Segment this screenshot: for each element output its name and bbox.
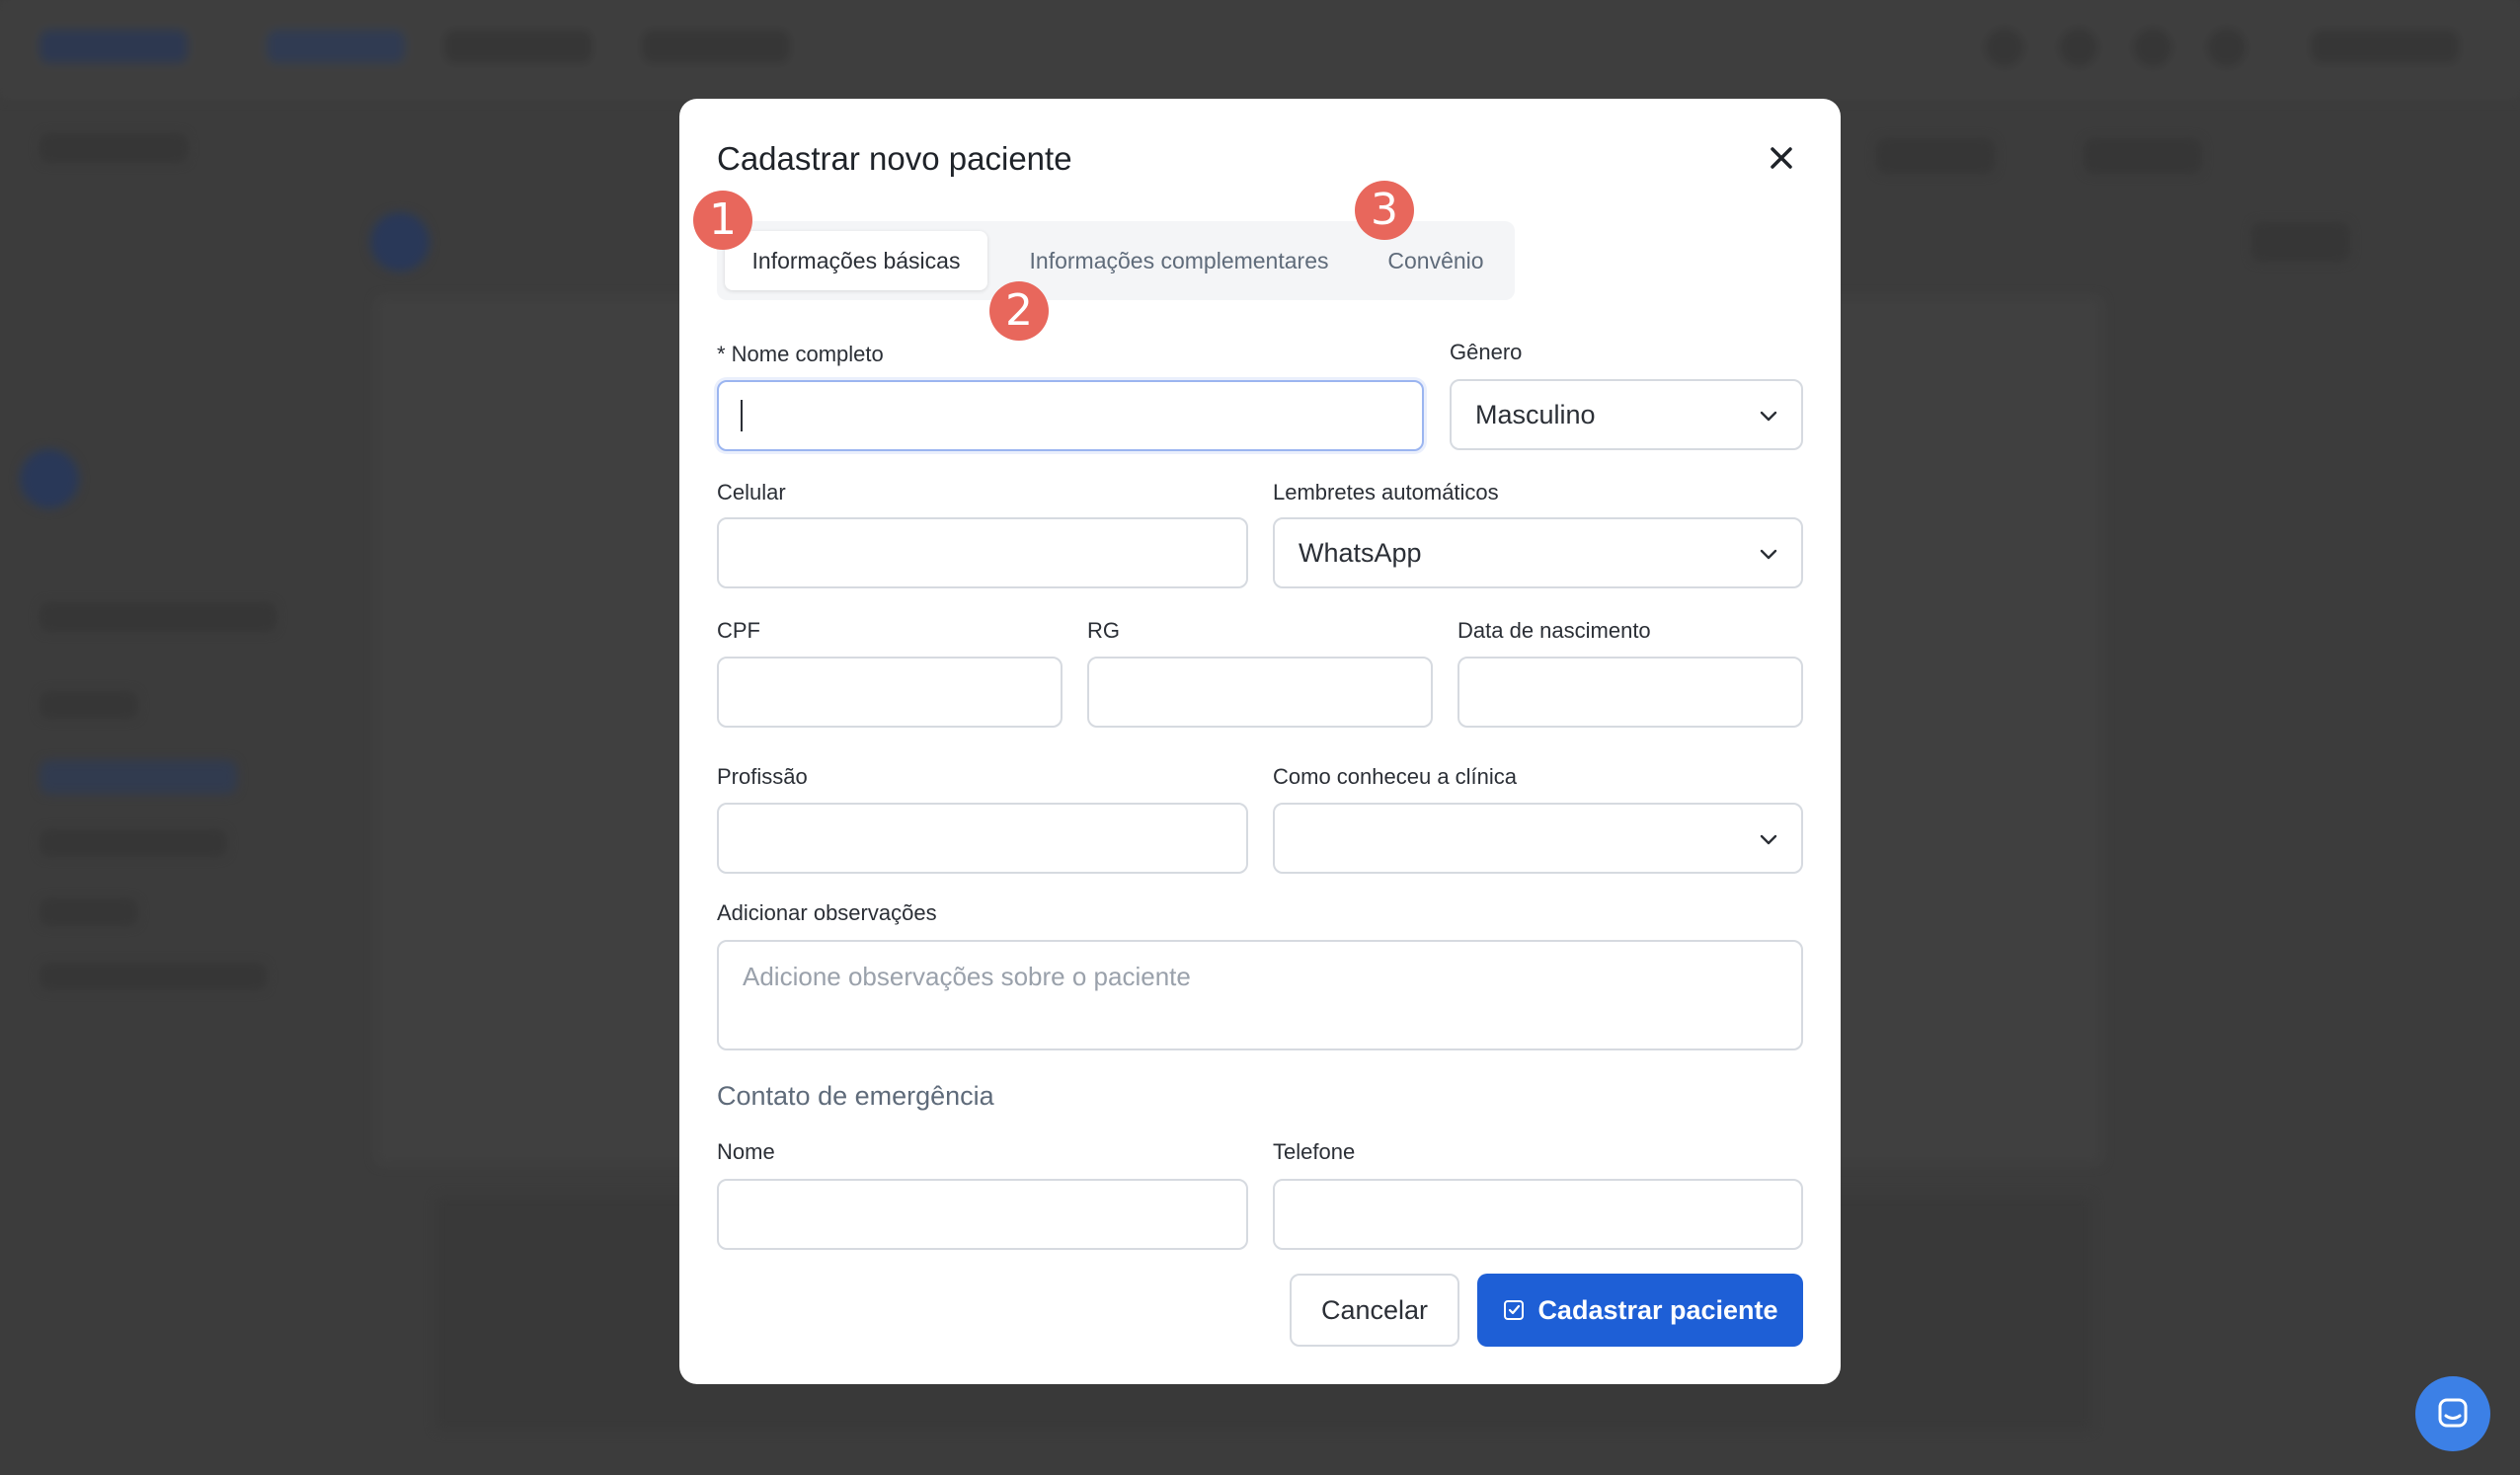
- chat-icon: [2438, 1398, 2468, 1428]
- rg-input[interactable]: [1087, 657, 1433, 728]
- observacoes-placeholder: Adicione observações sobre o paciente: [743, 962, 1191, 991]
- tab-informacoes-complementares[interactable]: Informações complementares: [1001, 231, 1357, 290]
- tab-convenio[interactable]: Convênio: [1367, 231, 1505, 290]
- emergency-telefone-label: Telefone: [1273, 1139, 1356, 1164]
- celular-input[interactable]: [717, 517, 1248, 588]
- profissao-input[interactable]: [717, 803, 1248, 874]
- celular-label: Celular: [717, 480, 786, 505]
- step-badge-2: 2: [989, 281, 1049, 341]
- close-icon: [1771, 147, 1792, 169]
- modal-title: Cadastrar novo paciente: [717, 140, 1072, 177]
- genero-select[interactable]: Masculino: [1450, 379, 1803, 450]
- data-nascimento-label: Data de nascimento: [1457, 618, 1651, 643]
- lembretes-value: WhatsApp: [1299, 538, 1422, 568]
- step-badge-1: 1: [693, 191, 752, 250]
- new-patient-modal: Cadastrar novo paciente Informações bási…: [679, 99, 1841, 1384]
- text-caret: [741, 400, 743, 431]
- nome-completo-label: * Nome completo: [717, 342, 884, 366]
- como-conheceu-label: Como conheceu a clínica: [1273, 764, 1518, 789]
- observacoes-label: Adicionar observações: [717, 900, 937, 925]
- rg-label: RG: [1087, 618, 1120, 643]
- cancel-button-label: Cancelar: [1320, 1294, 1429, 1325]
- cpf-input[interactable]: [717, 657, 1063, 728]
- cpf-label: CPF: [717, 618, 760, 643]
- lembretes-label: Lembretes automáticos: [1273, 480, 1499, 505]
- genero-value: Masculino: [1475, 400, 1596, 429]
- chevron-down-icon: [1760, 834, 1777, 845]
- close-button[interactable]: [1762, 138, 1801, 178]
- chat-button[interactable]: [2415, 1376, 2490, 1451]
- chevron-down-icon: [1760, 549, 1777, 560]
- emergency-nome-label: Nome: [717, 1139, 775, 1164]
- check-square-icon: [1504, 1300, 1525, 1320]
- submit-patient-button-label: Cadastrar paciente: [1537, 1294, 1778, 1325]
- genero-label: Gênero: [1450, 340, 1523, 364]
- tab-informacoes-basicas[interactable]: Informações básicas: [725, 231, 987, 290]
- observacoes-textarea[interactable]: Adicione observações sobre o paciente: [717, 940, 1803, 1050]
- lembretes-select[interactable]: WhatsApp: [1273, 517, 1803, 588]
- emergency-section-title: Contato de emergência: [717, 1081, 994, 1111]
- profissao-label: Profissão: [717, 764, 808, 789]
- emergency-telefone-input[interactable]: [1273, 1179, 1803, 1250]
- submit-patient-button[interactable]: Cadastrar paciente: [1477, 1274, 1803, 1347]
- step-badge-3: 3: [1355, 181, 1414, 240]
- como-conheceu-select[interactable]: [1273, 803, 1803, 874]
- chevron-down-icon: [1760, 411, 1777, 422]
- cancel-button[interactable]: Cancelar: [1290, 1274, 1459, 1347]
- nome-completo-input[interactable]: [717, 380, 1424, 451]
- emergency-nome-input[interactable]: [717, 1179, 1248, 1250]
- data-nascimento-input[interactable]: [1457, 657, 1803, 728]
